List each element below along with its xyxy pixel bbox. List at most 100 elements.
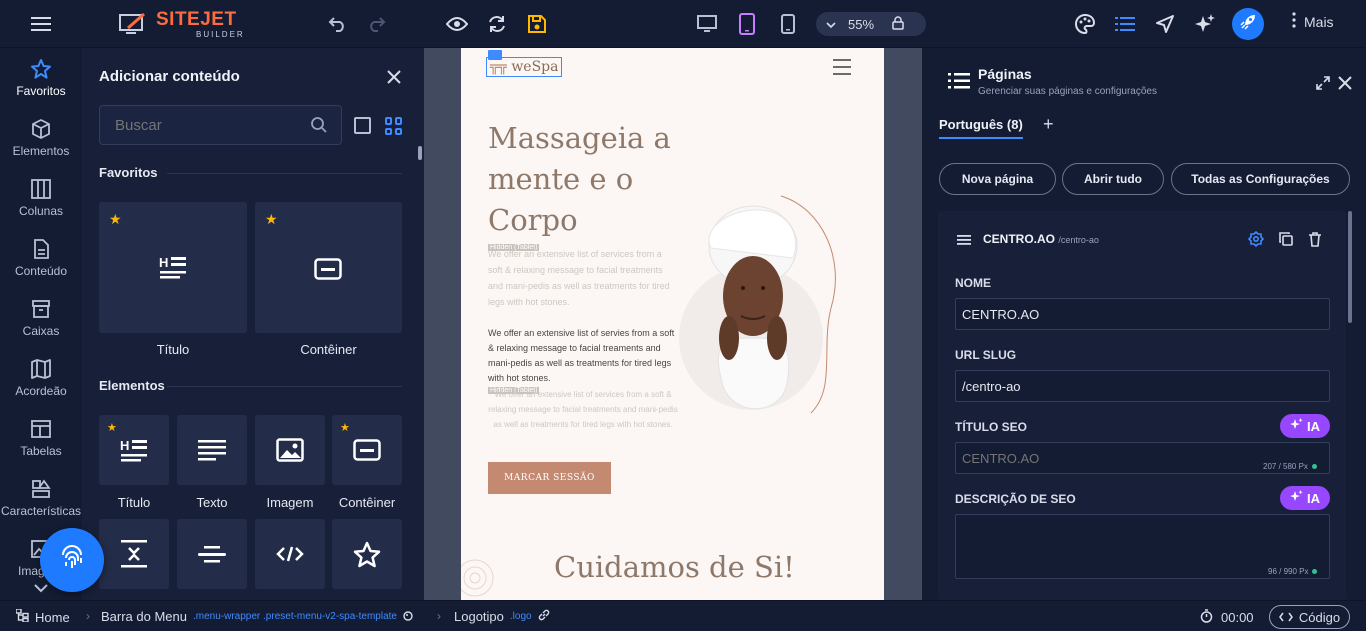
rail-item-tabelas[interactable]: Tabelas: [0, 418, 82, 458]
name-label: NOME: [955, 276, 991, 290]
rail-label: Acordeão: [15, 384, 67, 398]
panel-title: Adicionar conteúdo: [99, 68, 240, 85]
section-heading[interactable]: Cuidamos de Si!: [554, 550, 795, 584]
hero-title[interactable]: Massageia a mente e o Corpo: [488, 118, 688, 241]
site-menu-icon[interactable]: [833, 59, 851, 80]
favorite-card-heading[interactable]: ★ H: [99, 202, 247, 333]
image-icon: [276, 438, 304, 467]
box-icon: [30, 298, 52, 320]
spa-logo-icon: ╦╦: [490, 59, 507, 75]
close-icon[interactable]: [385, 68, 403, 86]
drag-handle-icon[interactable]: [957, 233, 971, 251]
timer: 00:00: [1200, 609, 1254, 626]
breadcrumb-home[interactable]: Home: [15, 608, 70, 625]
trash-icon[interactable]: [1307, 231, 1323, 252]
ai-sparkle-icon[interactable]: [1193, 12, 1217, 36]
duplicate-icon[interactable]: [1278, 231, 1294, 252]
palette-icon[interactable]: [1073, 12, 1097, 36]
breadcrumb-label: Barra do Menu: [101, 609, 187, 624]
close-icon[interactable]: [1337, 75, 1353, 96]
seo-title-counter: 207 / 580 Px: [1263, 462, 1317, 471]
zoom-value: 55%: [848, 16, 875, 32]
zoom-control[interactable]: 55%: [816, 12, 926, 36]
open-all-button[interactable]: Abrir tudo: [1062, 163, 1164, 195]
breadcrumb-menu-bar[interactable]: Barra do Menu .menu-wrapper .preset-menu…: [101, 609, 413, 624]
rail-item-conteudo[interactable]: Conteúdo: [0, 238, 82, 278]
rail-scroll-down-icon[interactable]: [33, 580, 49, 598]
elements-section-title: Elementos: [99, 378, 165, 393]
element-card-divider[interactable]: [177, 519, 247, 589]
left-category-rail: Favoritos Elementos Colunas Conteúdo Cai…: [0, 48, 82, 600]
more-menu-button[interactable]: Mais: [1292, 12, 1334, 31]
rail-label: Tabelas: [20, 444, 62, 458]
pages-scrollbar[interactable]: [1348, 211, 1352, 323]
rail-item-favoritos[interactable]: Favoritos: [0, 58, 82, 98]
element-card-container[interactable]: ★: [332, 415, 402, 485]
preview-eye-icon[interactable]: [446, 13, 468, 35]
rail-item-caracteristicas[interactable]: Características: [0, 478, 82, 518]
expand-icon[interactable]: [1316, 76, 1330, 95]
logo-subtitle: BUILDER: [196, 30, 245, 39]
element-card-rating[interactable]: [332, 519, 402, 589]
logo-mark-icon: [118, 12, 148, 38]
page-name: CENTRO.AO: [983, 232, 1055, 246]
rail-item-acordeao[interactable]: Acordeão: [0, 358, 82, 398]
publish-rocket-button[interactable]: [1232, 8, 1264, 40]
save-icon[interactable]: [526, 13, 548, 35]
search-icon[interactable]: [310, 116, 328, 139]
navigation-arrow-icon[interactable]: [1153, 12, 1177, 36]
document-icon: [30, 238, 52, 260]
seo-title-ai-button[interactable]: IA: [1280, 414, 1330, 438]
hamburger-menu-icon[interactable]: [30, 14, 52, 34]
element-card-spacer[interactable]: [99, 519, 169, 589]
hero-description[interactable]: We offer an extensive list of servies fr…: [488, 326, 678, 386]
pages-panel-title: Páginas: [978, 66, 1032, 82]
new-page-button[interactable]: Nova página: [939, 163, 1056, 195]
panel-scrollbar[interactable]: [418, 146, 422, 160]
list-view-icon[interactable]: [354, 117, 371, 134]
element-card-heading[interactable]: ★ H: [99, 415, 169, 485]
rail-item-colunas[interactable]: Colunas: [0, 178, 82, 218]
tablet-view-icon[interactable]: [736, 12, 758, 36]
all-settings-button[interactable]: Todas as Configurações: [1171, 163, 1350, 195]
book-session-button[interactable]: MARCAR SESSÃO: [488, 462, 611, 494]
code-icon: [276, 546, 304, 567]
hidden-text-block[interactable]: We offer an extensive list of services f…: [488, 387, 678, 432]
ai-sparkle-icon: [1290, 490, 1303, 506]
search-input[interactable]: [99, 105, 342, 145]
page-settings-gear-icon[interactable]: [1248, 231, 1264, 252]
breadcrumb-logo[interactable]: Logotipo .logo: [454, 609, 550, 624]
rail-item-elementos[interactable]: Elementos: [0, 118, 82, 158]
redo-icon[interactable]: [367, 14, 387, 34]
table-icon: [30, 418, 52, 440]
features-icon: [30, 478, 52, 500]
lock-icon[interactable]: [892, 15, 904, 33]
mobile-view-icon[interactable]: [778, 12, 798, 36]
pages-list-icon[interactable]: [1113, 12, 1137, 36]
code-button[interactable]: Código: [1269, 605, 1350, 629]
seo-description-ai-button[interactable]: IA: [1280, 486, 1330, 510]
refresh-icon[interactable]: [486, 13, 508, 35]
slug-label: URL SLUG: [955, 348, 1017, 362]
grid-view-icon[interactable]: [385, 117, 403, 135]
rail-item-caixas[interactable]: Caixas: [0, 298, 82, 338]
element-card-code[interactable]: [255, 519, 325, 589]
element-card-image[interactable]: [255, 415, 325, 485]
element-card-text[interactable]: [177, 415, 247, 485]
spacer-icon: [121, 539, 147, 574]
site-logo[interactable]: ╦╦ weSpa: [486, 57, 563, 77]
add-language-icon[interactable]: +: [1043, 114, 1054, 135]
favorite-card-container[interactable]: ★: [255, 202, 402, 333]
editor-canvas: ╦╦ weSpa Massageia a mente e o Corpo Hid…: [424, 48, 922, 600]
rail-label: Elementos: [12, 144, 70, 158]
url-slug-input[interactable]: [955, 370, 1330, 402]
tab-portugues[interactable]: Português (8): [939, 117, 1023, 139]
undo-icon[interactable]: [327, 14, 347, 34]
fingerprint-button[interactable]: [40, 528, 104, 592]
page-name-input[interactable]: [955, 298, 1330, 330]
desktop-view-icon[interactable]: [696, 13, 718, 35]
tablet-page-preview[interactable]: ╦╦ weSpa Massageia a mente e o Corpo Hid…: [461, 48, 884, 600]
hidden-text-block[interactable]: We offer an extensive list of services f…: [488, 246, 678, 310]
pages-panel: Páginas Gerenciar suas páginas e configu…: [922, 48, 1366, 600]
hero-image[interactable]: [671, 188, 851, 428]
